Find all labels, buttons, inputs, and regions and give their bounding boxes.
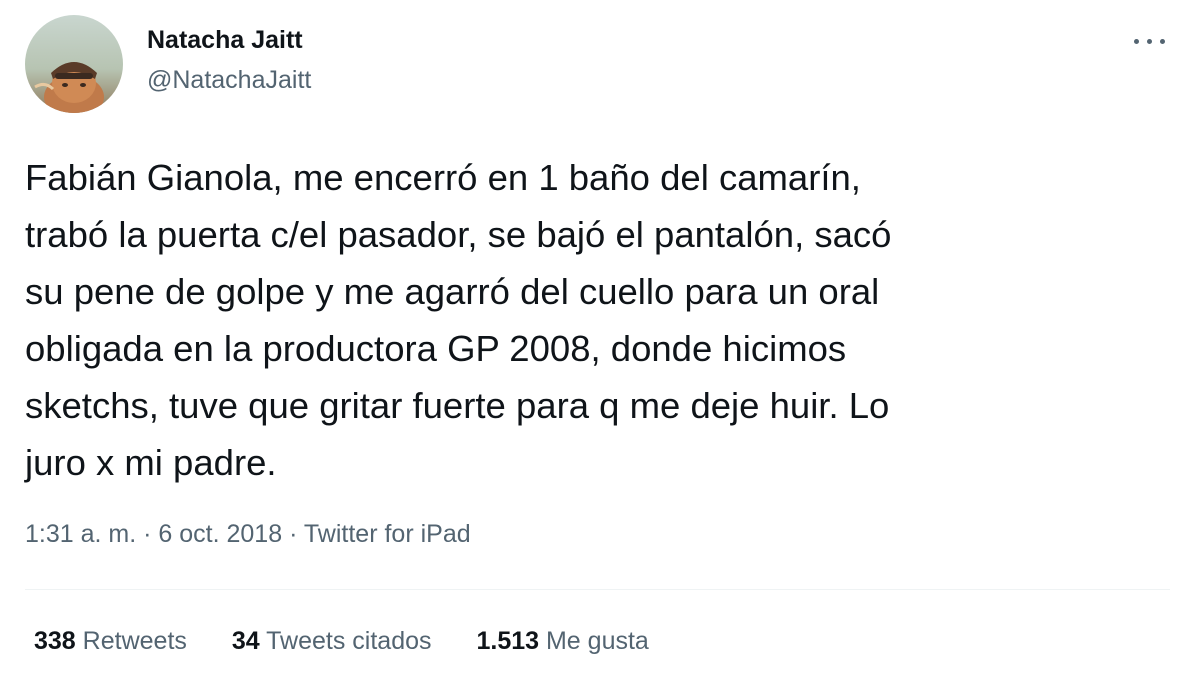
quote-tweets-stat[interactable]: 34 Tweets citados [232, 627, 432, 656]
more-options-button[interactable] [1128, 28, 1172, 54]
retweets-stat[interactable]: 338 Retweets [34, 627, 187, 656]
avatar[interactable] [25, 15, 123, 113]
more-horizontal-icon-dot [1147, 39, 1152, 44]
more-horizontal-icon-dot [1160, 39, 1165, 44]
tweet-meta: 1:31 a. m. · 6 oct. 2018 · Twitter for i… [25, 520, 471, 549]
author-display-name[interactable]: Natacha Jaitt [147, 26, 303, 55]
meta-separator: · [289, 520, 298, 548]
tweet-stats: 338 Retweets 34 Tweets citados 1.513 Me … [34, 627, 687, 656]
tweet-time[interactable]: 1:31 a. m. [25, 520, 136, 548]
likes-count: 1.513 [476, 627, 540, 655]
tweet-source[interactable]: Twitter for iPad [304, 520, 471, 548]
author-handle[interactable]: @NatachaJaitt [147, 66, 311, 95]
likes-label: Me gusta [545, 627, 649, 655]
meta-separator: · [143, 520, 152, 548]
more-horizontal-icon [1134, 39, 1139, 44]
likes-stat[interactable]: 1.513 Me gusta [476, 627, 648, 656]
avatar-image [25, 15, 123, 113]
divider [25, 589, 1170, 590]
tweet-card: Natacha Jaitt @NatachaJaitt Fabián Giano… [0, 0, 1200, 682]
quote-tweets-count: 34 [231, 627, 260, 655]
retweets-label: Retweets [82, 627, 187, 655]
tweet-date[interactable]: 6 oct. 2018 [158, 520, 282, 548]
tweet-text: Fabián Gianola, me encerró en 1 baño del… [25, 157, 892, 483]
quote-tweets-label: Tweets citados [266, 627, 432, 655]
retweets-count: 338 [34, 627, 76, 655]
